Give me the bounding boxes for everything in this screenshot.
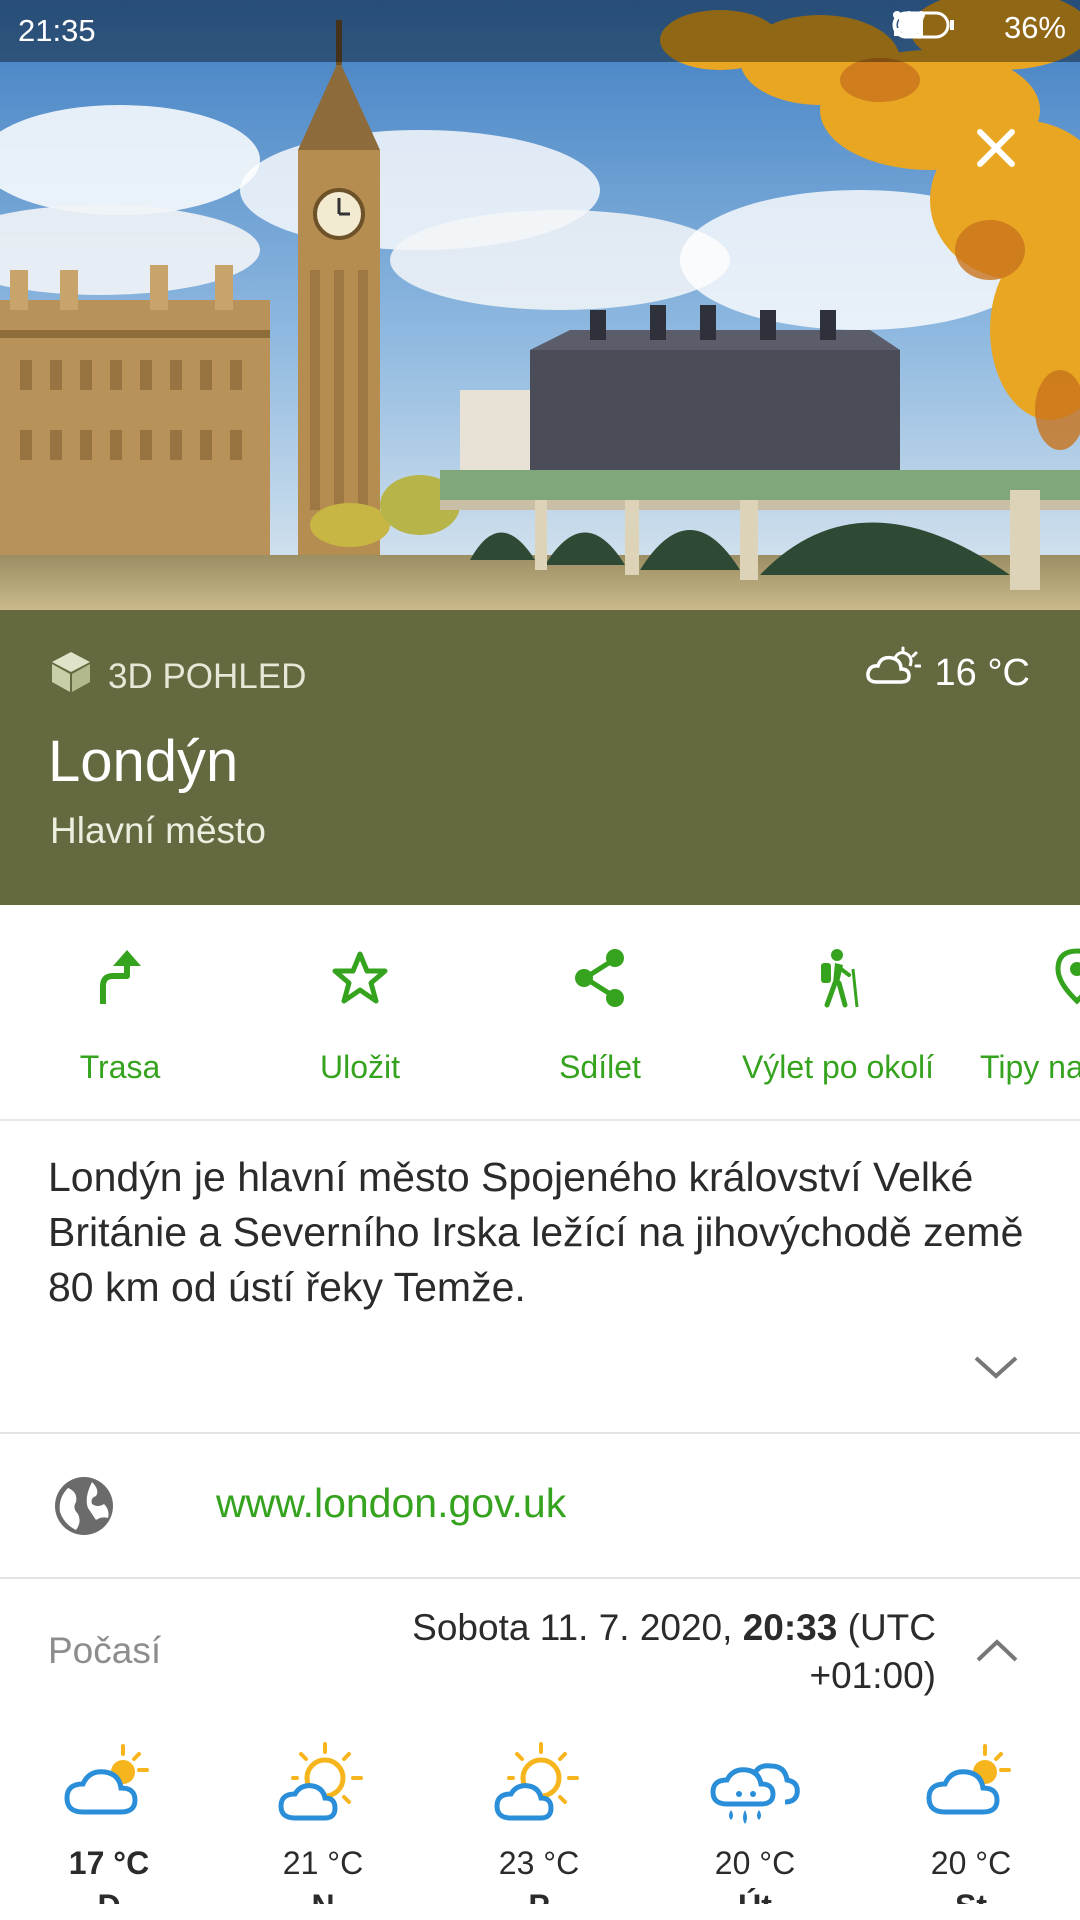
forecast-day[interactable]: 20 °C Út (680, 1740, 830, 1904)
chevron-up-icon (974, 1639, 1020, 1670)
save-button[interactable]: Uložit (278, 945, 442, 1086)
divider (0, 1432, 1080, 1434)
forecast-temp: 20 °C (714, 1845, 796, 1881)
forecast-day-label: N (248, 1886, 398, 1904)
expand-description-button[interactable] (972, 1352, 1020, 1387)
weather-date: Sobota 11. 7. 2020, (412, 1607, 743, 1648)
forecast-day-label: P (464, 1886, 614, 1904)
forecast-day[interactable]: 23 °C P (464, 1740, 614, 1904)
forecast-day[interactable]: 21 °C N (248, 1740, 398, 1904)
status-time: 21:35 (18, 13, 96, 48)
view-3d-button[interactable]: 3D POHLED (50, 650, 306, 703)
save-label: Uložit (319, 1049, 400, 1085)
forecast-day-label: D (34, 1886, 184, 1904)
route-button[interactable]: Trasa (38, 945, 202, 1086)
partly-cloudy-icon (923, 1744, 1019, 1830)
forecast-day[interactable]: 20 °C St (896, 1740, 1046, 1904)
tips-button[interactable]: Tipy na (980, 945, 1080, 1086)
share-label: Sdílet (559, 1049, 641, 1085)
forecast-temp: 17 °C (68, 1845, 150, 1881)
battery-percent: 36% (1003, 10, 1066, 45)
weather-time: 20:33 (742, 1607, 838, 1648)
sun-cloud-icon (491, 1742, 587, 1830)
share-icon (571, 947, 629, 1014)
forecast-temp: 20 °C (930, 1845, 1012, 1881)
forecast-temp: 23 °C (498, 1845, 580, 1881)
action-bar: Trasa Uložit Sdílet Výlet po okolí Tipy … (0, 905, 1080, 1121)
partly-cloudy-icon (61, 1744, 157, 1830)
weather-datetime: Sobota 11. 7. 2020, 20:33 (UTC +01:00) (296, 1604, 936, 1700)
description-text: Londýn je hlavní město Spojeného královs… (48, 1154, 1024, 1310)
partly-cloudy-night-icon (865, 646, 922, 700)
hero-image: 21:35 36% (0, 0, 1080, 610)
divider (0, 1577, 1080, 1579)
cube-icon (50, 650, 92, 703)
close-button[interactable] (966, 118, 1026, 178)
status-bar: 21:35 36% (0, 0, 1080, 62)
collapse-weather-button[interactable] (974, 1636, 1020, 1671)
website-link[interactable]: www.london.gov.uk (216, 1480, 566, 1527)
trip-nearby-button[interactable]: Výlet po okolí (728, 945, 948, 1086)
current-weather[interactable]: 16 °C (865, 646, 1030, 700)
tips-label: Tipy na (980, 1049, 1080, 1085)
london-landscape-image (0, 0, 1080, 610)
weather-label: Počasí (48, 1630, 162, 1671)
route-label: Trasa (79, 1049, 161, 1085)
globe-icon (52, 1474, 116, 1543)
view-3d-label: 3D POHLED (108, 656, 307, 696)
chevron-down-icon (972, 1356, 1020, 1386)
place-title: Londýn (48, 729, 239, 794)
current-temp: 16 °C (934, 651, 1030, 694)
forecast-temp: 21 °C (282, 1845, 364, 1881)
sun-cloud-icon (275, 1742, 371, 1830)
forecast-day[interactable]: 17 °C D (34, 1740, 184, 1904)
hiker-icon (813, 947, 863, 1014)
tips-icon (1052, 947, 1080, 1014)
rain-icon (707, 1763, 803, 1830)
star-icon (331, 950, 389, 1011)
place-subtitle: Hlavní město (50, 810, 266, 851)
forecast-day-label: St (896, 1886, 1046, 1904)
route-icon (93, 948, 147, 1013)
forecast-day-label: Út (680, 1886, 830, 1904)
title-band: 3D POHLED 16 °C Londýn Hlavní město (0, 610, 1080, 905)
share-button[interactable]: Sdílet (518, 945, 682, 1086)
trip-nearby-label: Výlet po okolí (741, 1049, 935, 1085)
